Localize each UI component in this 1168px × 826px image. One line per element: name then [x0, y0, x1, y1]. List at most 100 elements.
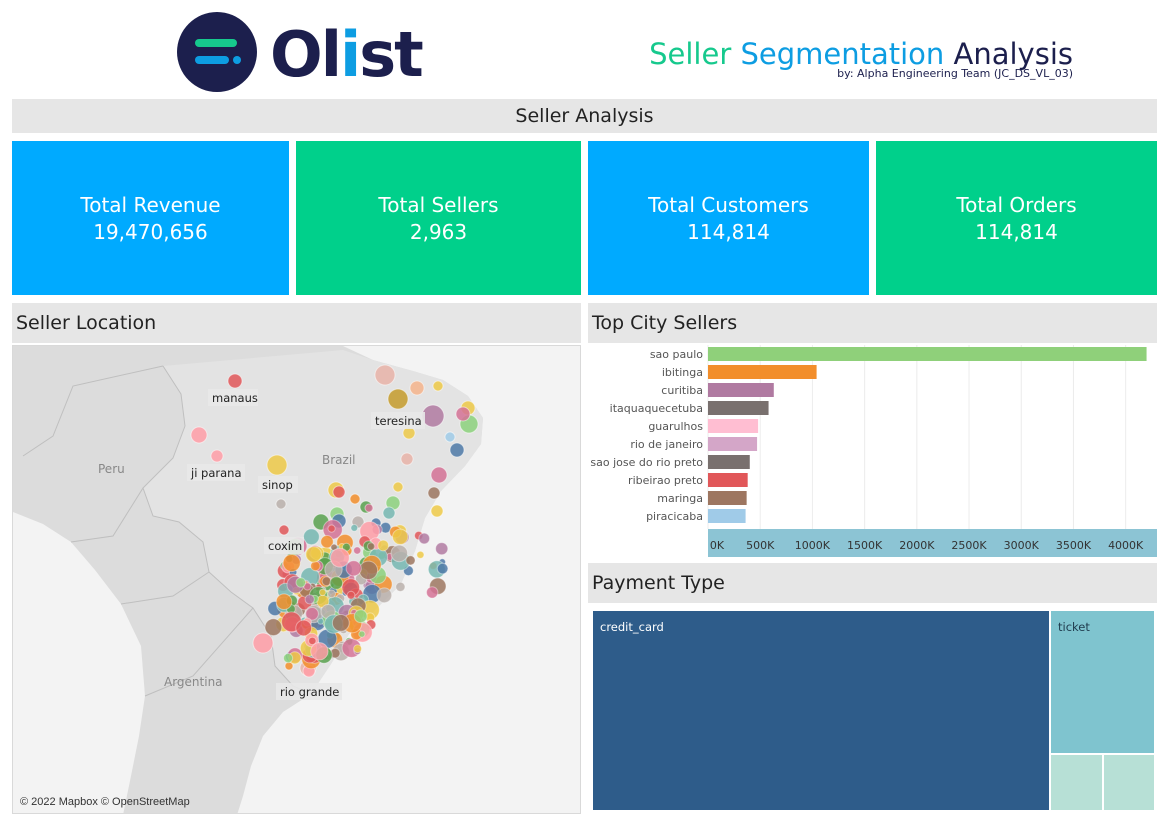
- seller-bubble[interactable]: [353, 609, 368, 624]
- x-tick-label: 2500K: [951, 539, 987, 552]
- seller-bubble[interactable]: [430, 466, 448, 484]
- seller-bubble[interactable]: [416, 550, 425, 559]
- treemap-cell-ticket[interactable]: ticket: [1051, 611, 1154, 753]
- seller-bubble[interactable]: [427, 486, 441, 500]
- seller-bubble[interactable]: [426, 586, 439, 599]
- top-city-sellers-chart[interactable]: 0K 500K 1000K 1500K 2000K 2500K 3000K 3500K 4000…: [587, 343, 1158, 557]
- bar-curitiba[interactable]: [708, 383, 774, 397]
- seller-bubble[interactable]: [374, 364, 396, 386]
- seller-bubble[interactable]: [395, 581, 406, 592]
- seller-bubble[interactable]: [444, 431, 456, 443]
- seller-bubble[interactable]: [264, 618, 283, 637]
- seller-bubble[interactable]: [435, 542, 449, 556]
- seller-bubble[interactable]: [390, 544, 409, 563]
- seller-bubble[interactable]: [449, 442, 465, 458]
- seller-bubble[interactable]: [227, 373, 243, 389]
- bar-ribeirao-preto[interactable]: [708, 473, 748, 487]
- seller-bubble[interactable]: [400, 452, 414, 466]
- x-tick-label: 3000K: [1004, 539, 1040, 552]
- seller-bubble[interactable]: [327, 524, 336, 533]
- seller-bubble[interactable]: [331, 614, 350, 632]
- category-label: maringa: [657, 492, 703, 505]
- seller-bubble[interactable]: [305, 546, 322, 563]
- seller-bubble[interactable]: [432, 380, 444, 392]
- seller-bubble[interactable]: [353, 644, 363, 654]
- seller-bubble[interactable]: [430, 504, 444, 518]
- seller-bubble[interactable]: [376, 587, 393, 604]
- x-tick-label: 1000K: [795, 539, 831, 552]
- seller-bubble[interactable]: [327, 589, 337, 599]
- seller-bubble[interactable]: [278, 524, 290, 536]
- kpi-card-total-revenue: Total Revenue 19,470,656: [12, 141, 289, 295]
- kpi-value: 2,963: [409, 220, 468, 244]
- seller-location-header: Seller Location: [12, 303, 581, 343]
- map-canvas[interactable]: Peru Brazil Argentina manaus teresina ji…: [13, 346, 581, 814]
- map-attribution[interactable]: © 2022 Mapbox © OpenStreetMap: [20, 796, 190, 808]
- category-label: itaquaquecetuba: [610, 402, 703, 415]
- x-tick-label: 0K: [710, 539, 725, 552]
- seller-bubble[interactable]: [387, 388, 409, 410]
- seller-bubble[interactable]: [409, 380, 425, 396]
- seller-bubble[interactable]: [295, 577, 307, 588]
- seller-location-map[interactable]: Peru Brazil Argentina manaus teresina ji…: [12, 345, 581, 814]
- city-label-coxim: coxim: [268, 539, 302, 553]
- kpi-label: Total Revenue: [80, 193, 221, 217]
- kpi-value: 114,814: [687, 220, 770, 244]
- seller-bubble[interactable]: [252, 632, 274, 654]
- seller-bubble[interactable]: [330, 547, 350, 568]
- seller-bubble[interactable]: [321, 576, 332, 587]
- treemap-cell-credit_card[interactable]: credit_card: [593, 611, 1049, 810]
- seller-bubble[interactable]: [353, 546, 362, 555]
- bar-sao-paulo[interactable]: [708, 347, 1147, 361]
- seller-bubble[interactable]: [346, 590, 356, 600]
- seller-bubble[interactable]: [310, 560, 321, 572]
- seller-bubble[interactable]: [266, 454, 288, 476]
- seller-bubble[interactable]: [358, 630, 366, 638]
- seller-bubble[interactable]: [366, 542, 376, 551]
- seller-bubble[interactable]: [392, 481, 404, 493]
- bar-rio-de-janeiro[interactable]: [708, 437, 758, 451]
- category-label: rio de janeiro: [630, 438, 703, 451]
- seller-bubble[interactable]: [310, 642, 329, 661]
- treemap-cell-other-3[interactable]: [1104, 755, 1154, 810]
- x-tick-label: 2000K: [899, 539, 935, 552]
- seller-bubble[interactable]: [418, 532, 431, 545]
- title-part-analysis: Analysis: [953, 37, 1073, 71]
- seller-bubble[interactable]: [421, 404, 445, 428]
- seller-bubble[interactable]: [392, 528, 409, 546]
- bar-guarulhos[interactable]: [708, 419, 759, 433]
- payment-type-treemap[interactable]: credit_card ticket: [593, 611, 1154, 810]
- seller-bubble[interactable]: [358, 560, 379, 581]
- kpi-label: Total Sellers: [378, 193, 499, 217]
- seller-bubble[interactable]: [345, 560, 362, 577]
- bar-ibitinga[interactable]: [708, 365, 817, 379]
- seller-bubble[interactable]: [210, 449, 224, 463]
- seller-bubble[interactable]: [329, 576, 344, 590]
- bar-maringa[interactable]: [708, 491, 747, 505]
- treemap-cell-other-2[interactable]: [1051, 755, 1102, 810]
- seller-bubble[interactable]: [283, 653, 294, 664]
- seller-bubble[interactable]: [350, 524, 359, 532]
- seller-bubble[interactable]: [275, 498, 287, 510]
- category-label: curitiba: [661, 384, 703, 397]
- seller-bubble[interactable]: [275, 593, 293, 610]
- seller-bubble[interactable]: [317, 617, 325, 625]
- bar-piracicaba[interactable]: [708, 509, 746, 523]
- category-label: piracicaba: [646, 510, 703, 523]
- seller-bubble[interactable]: [436, 562, 449, 575]
- seller-bubble[interactable]: [382, 506, 396, 520]
- seller-bubble[interactable]: [332, 485, 346, 499]
- seller-bubble[interactable]: [377, 539, 390, 552]
- seller-bubble[interactable]: [318, 588, 327, 597]
- seller-bubble[interactable]: [304, 594, 315, 605]
- seller-bubble[interactable]: [455, 406, 471, 422]
- seller-bubble[interactable]: [364, 503, 374, 513]
- seller-bubble[interactable]: [190, 426, 208, 444]
- bar-sao-jose-do-rio-preto[interactable]: [708, 455, 750, 469]
- seller-bubble[interactable]: [282, 553, 301, 573]
- seller-bubble[interactable]: [349, 493, 361, 505]
- bar-itaquaquecetuba[interactable]: [708, 401, 769, 415]
- seller-bubble[interactable]: [405, 555, 416, 566]
- kpi-label: Total Customers: [648, 193, 809, 217]
- kpi-card-total-customers: Total Customers 114,814: [588, 141, 869, 295]
